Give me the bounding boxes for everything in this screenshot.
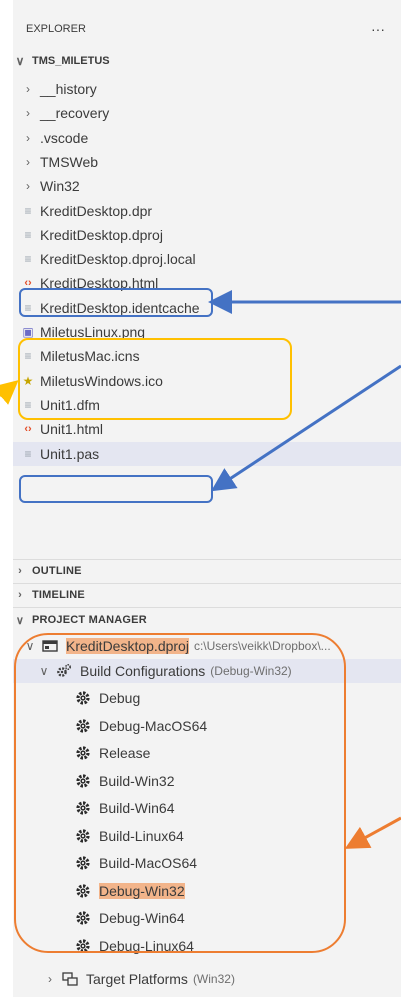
callout-arrows xyxy=(0,290,401,849)
arrow-to-configs xyxy=(344,816,401,849)
arrow-to-icons xyxy=(0,380,19,405)
arrow-to-unit1 xyxy=(210,364,401,492)
